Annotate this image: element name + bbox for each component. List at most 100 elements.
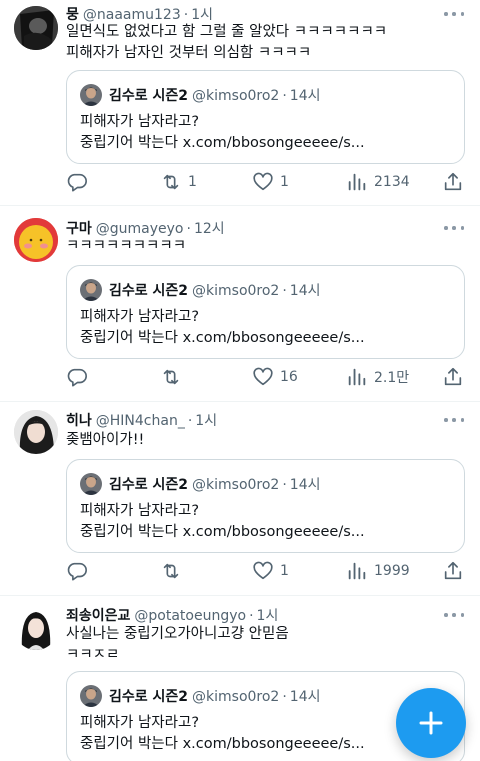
user-handle[interactable]: @naaamu123 [83,7,181,23]
timestamp[interactable]: 1시 [195,413,217,429]
tweet-actions: 16 2.1만 [66,365,466,389]
quoted-tweet[interactable]: 김수로 시즌2 @kimso0ro2 · 14시 피해자가 남자라고? 중립기어 박는… [66,70,465,164]
retweet-button[interactable]: 1 [160,170,197,194]
timestamp[interactable]: 12시 [194,221,225,237]
timestamp[interactable]: 1시 [191,7,213,23]
tweet-text-line: 사실나는 중립기오가아니고걍 안믿음 [66,626,289,642]
like-count: 16 [280,369,298,385]
quoted-tweet-text: 피해자가 남자라고? 중립기어 박는다 x.com/bbosongeeeee/s… [80,307,365,349]
quoted-tweet[interactable]: 김수로 시즌2 @kimso0ro2 · 14시 피해자가 남자라고? 중립기어 박는… [66,265,465,359]
tweet-text-line: ㅋㅋㅈㄹ [66,647,120,663]
reply-button[interactable] [66,559,94,583]
view-count: 2134 [374,174,410,190]
quoted-text-line: 중립기어 박는다 x.com/bbosongeeeee/s... [80,135,365,151]
plus-icon [419,711,443,735]
reply-button[interactable] [66,170,94,194]
tweet[interactable]: 구마 @gumayeyo · 12시 ㅋㅋㅋㅋㅋㅋㅋㅋㅋ 김수로 시즌2 @kimso0… [0,206,480,402]
tweet-header: 뭉 @naaamu123 · 1시 [66,7,213,23]
retweet-button[interactable] [160,365,188,389]
more-options-icon[interactable] [444,607,464,623]
more-options-icon[interactable] [444,412,464,428]
like-button[interactable]: 1 [252,559,289,583]
like-button[interactable]: 1 [252,170,289,194]
quoted-tweet-header: 김수로 시즌2 @kimso0ro2 · 14시 [109,88,321,104]
share-icon [444,172,462,191]
quoted-tweet-header: 김수로 시즌2 @kimso0ro2 · 14시 [109,477,321,493]
like-count: 1 [280,563,289,579]
like-count: 1 [280,174,289,190]
display-name: 김수로 시즌2 [109,689,189,705]
retweet-count: 1 [188,174,197,190]
timestamp: 14시 [289,689,321,705]
user-handle[interactable]: @potatoeungyo [134,608,246,624]
avatar[interactable] [14,410,58,454]
share-icon [444,367,462,386]
views-icon [348,173,366,191]
tweet-text-line: 일면식도 없었다고 함 그럴 줄 알았다 ㅋㅋㅋㅋㅋㅋㅋ [66,24,388,40]
more-options-icon[interactable] [444,220,464,236]
compose-button[interactable] [396,688,466,758]
reply-icon [67,368,87,387]
quoted-text-line: 피해자가 남자라고? [80,114,200,130]
display-name: 김수로 시즌2 [109,283,189,299]
like-button[interactable]: 16 [252,365,298,389]
heart-icon [253,172,273,191]
reply-icon [67,562,87,581]
user-handle: @kimso0ro2 [192,283,280,299]
retweet-button[interactable] [160,559,188,583]
quoted-tweet-text: 피해자가 남자라고? 중립기어 박는다 x.com/bbosongeeeee/s… [80,713,365,755]
user-handle[interactable]: @gumayeyo [96,221,184,237]
tweet[interactable]: 히나 @HIN4chan_ · 1시 좆뱀아이가!! 김수로 시즌2 @kimso0ro… [0,402,480,596]
display-name[interactable]: 히나 [66,413,92,429]
display-name: 김수로 시즌2 [109,477,189,493]
user-handle: @kimso0ro2 [192,689,280,705]
avatar [80,473,102,495]
avatar[interactable] [14,6,58,50]
avatar [80,84,102,106]
timestamp: 14시 [289,283,321,299]
quoted-text-line: 피해자가 남자라고? [80,715,200,731]
avatar[interactable] [14,606,58,650]
tweet-header: 죄송이은교 @potatoeungyo · 1시 [66,608,279,624]
tweet-text: 좆뱀아이가!! [66,430,144,451]
tweet-text-line: 좆뱀아이가!! [66,432,145,448]
share-button[interactable] [442,170,464,194]
tweet-text-line: ㅋㅋㅋㅋㅋㅋㅋㅋㅋ [66,238,187,254]
tweet-header: 구마 @gumayeyo · 12시 [66,221,225,237]
display-name: 김수로 시즌2 [109,88,189,104]
tweet-text: 일면식도 없었다고 함 그럴 줄 알았다 ㅋㅋㅋㅋㅋㅋㅋ 피해자가 남자인 것부… [66,22,387,64]
quoted-text-line: 피해자가 남자라고? [80,503,200,519]
share-button[interactable] [442,559,464,583]
timestamp: 14시 [289,88,321,104]
quoted-tweet-text: 피해자가 남자라고? 중립기어 박는다 x.com/bbosongeeeee/s… [80,501,365,543]
avatar[interactable] [14,218,58,262]
display-name[interactable]: 구마 [66,221,92,237]
tweet-header: 히나 @HIN4chan_ · 1시 [66,413,218,429]
tweet[interactable]: 뭉 @naaamu123 · 1시 일면식도 없었다고 함 그럴 줄 알았다 ㅋㅋㅋㅋ… [0,0,480,206]
quoted-tweet-header: 김수로 시즌2 @kimso0ro2 · 14시 [109,283,321,299]
views-button[interactable]: 2134 [346,170,410,194]
tweet-text: 사실나는 중립기오가아니고걍 안믿음 ㅋㅋㅈㄹ [66,624,289,666]
views-button[interactable]: 1999 [346,559,410,583]
quoted-text-line: 중립기어 박는다 x.com/bbosongeeeee/s... [80,736,365,752]
reply-button[interactable] [66,365,94,389]
heart-icon [253,367,273,386]
timestamp: 14시 [289,477,321,493]
avatar [80,279,102,301]
user-handle[interactable]: @HIN4chan_ [96,413,185,429]
heart-icon [253,561,273,580]
retweet-icon [163,174,179,190]
views-icon [348,562,366,580]
user-handle: @kimso0ro2 [192,88,280,104]
share-button[interactable] [442,365,464,389]
views-button[interactable]: 2.1만 [346,365,409,389]
view-count: 2.1만 [374,370,410,386]
quoted-tweet[interactable]: 김수로 시즌2 @kimso0ro2 · 14시 피해자가 남자라고? 중립기어 박는… [66,459,465,553]
view-count: 1999 [374,563,410,579]
timestamp[interactable]: 1시 [257,608,279,624]
quoted-tweet-header: 김수로 시즌2 @kimso0ro2 · 14시 [109,689,321,705]
more-options-icon[interactable] [444,6,464,22]
display-name[interactable]: 죄송이은교 [66,608,130,624]
tweet-text: ㅋㅋㅋㅋㅋㅋㅋㅋㅋ [66,236,186,257]
display-name[interactable]: 뭉 [66,7,79,23]
